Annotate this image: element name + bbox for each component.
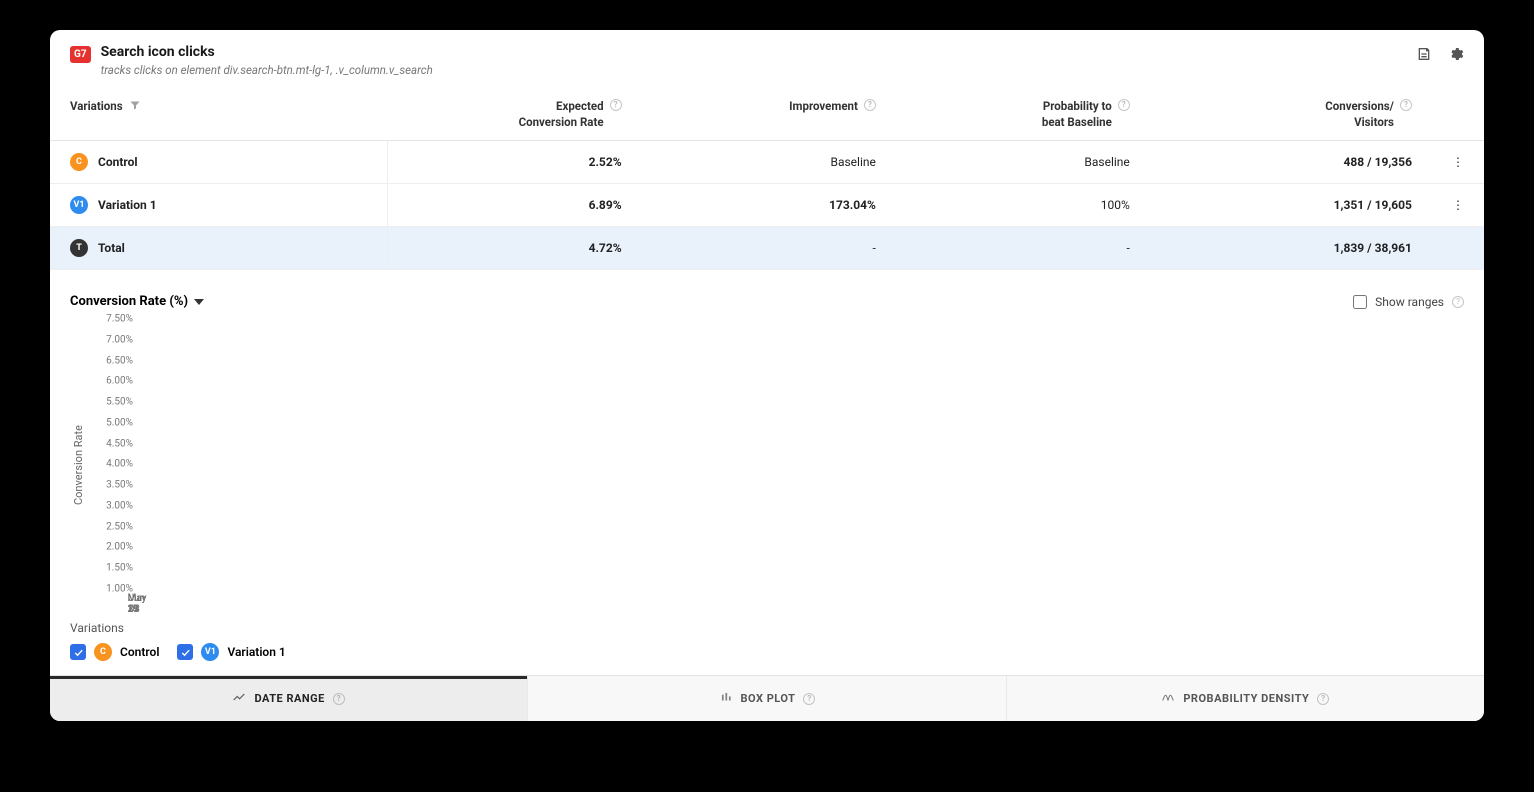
box-icon <box>719 690 733 707</box>
show-ranges-toggle[interactable]: Show ranges ? <box>1353 295 1464 309</box>
y-tick: 5.50% <box>89 397 133 408</box>
tab-label: PROBABILITY DENSITY <box>1183 692 1309 705</box>
col-expected: Expected Conversion Rate <box>519 99 604 130</box>
y-tick: 1.50% <box>89 563 133 574</box>
y-tick: 7.50% <box>89 314 133 325</box>
cell-improvement: Baseline <box>642 141 896 184</box>
help-icon[interactable]: ? <box>333 693 345 705</box>
legend-item[interactable]: C Control <box>70 643 159 661</box>
goal-badge: G7 <box>70 46 91 63</box>
y-tick: 2.50% <box>89 521 133 532</box>
col-variations: Variations <box>70 99 123 115</box>
cell-improvement: 173.04% <box>642 184 896 227</box>
legend-label: Variation 1 <box>227 645 285 659</box>
cell-expected: 2.52% <box>388 141 642 184</box>
goal-header: G7 Search icon clicks tracks clicks on e… <box>50 30 1484 81</box>
cell-improvement: - <box>642 227 896 270</box>
y-tick: 6.00% <box>89 376 133 387</box>
variation-chip: T <box>70 239 88 257</box>
y-tick: 7.00% <box>89 334 133 345</box>
y-tick: 6.50% <box>89 355 133 366</box>
legend-checkbox[interactable] <box>70 644 86 660</box>
variation-cell: T Total <box>70 239 367 257</box>
help-icon[interactable]: ? <box>803 693 815 705</box>
help-icon[interactable]: ? <box>610 99 622 111</box>
table-row: TTotal4.72%--1,839 / 38,961 <box>50 227 1484 270</box>
cell-probability: Baseline <box>896 141 1150 184</box>
gear-icon[interactable] <box>1448 46 1464 66</box>
row-menu-icon <box>1432 227 1484 270</box>
variation-chip: C <box>94 643 112 661</box>
table-row: CControl2.52%BaselineBaseline488 / 19,35… <box>50 141 1484 184</box>
metric-dropdown[interactable]: Conversion Rate (%) <box>70 294 204 309</box>
y-tick: 3.50% <box>89 480 133 491</box>
variation-name: Control <box>98 155 138 169</box>
col-improvement: Improvement <box>789 99 858 115</box>
variation-chip: C <box>70 153 88 171</box>
y-tick: 4.50% <box>89 438 133 449</box>
cell-expected: 6.89% <box>388 184 642 227</box>
tab-probability-density[interactable]: PROBABILITY DENSITY? <box>1007 676 1484 721</box>
goal-subtitle-selector: div.search-btn.mt-lg-1, .v_column.v_sear… <box>223 63 432 77</box>
notes-icon[interactable] <box>1416 46 1432 66</box>
goal-title-block: Search icon clicks tracks clicks on elem… <box>101 44 1416 77</box>
chart-block: Conversion Rate (%) Show ranges ? Conver… <box>50 270 1484 611</box>
help-icon[interactable]: ? <box>1452 296 1464 308</box>
help-icon[interactable]: ? <box>1118 99 1130 111</box>
variations-table: Variations Expected Conversion Rate? Imp… <box>50 91 1484 270</box>
legend-item[interactable]: V1 Variation 1 <box>177 643 285 661</box>
chart-plot-area[interactable]: 1.00%1.50%2.00%2.50%3.00%3.50%4.00%4.50%… <box>89 319 143 589</box>
results-panel: G7 Search icon clicks tracks clicks on e… <box>50 30 1484 721</box>
tab-label: BOX PLOT <box>741 692 796 705</box>
y-tick: 1.00% <box>89 584 133 595</box>
legend-checkbox[interactable] <box>177 644 193 660</box>
x-tick: Jun 03 <box>129 593 146 615</box>
row-menu-icon[interactable]: ⋮ <box>1432 141 1484 184</box>
y-tick: 5.00% <box>89 417 133 428</box>
cell-probability: - <box>896 227 1150 270</box>
help-icon[interactable]: ? <box>1317 693 1329 705</box>
chart-y-axis-label: Conversion Rate <box>70 319 85 611</box>
dist-icon <box>1161 690 1175 707</box>
table-row: V1 Variation 1 6.89%173.04%100%1,351 / 19,… <box>50 184 1484 227</box>
chart-view-tabs: DATE RANGE?BOX PLOT?PROBABILITY DENSITY? <box>50 675 1484 721</box>
col-probability: Probability to beat Baseline <box>1042 99 1112 130</box>
y-tick: 2.00% <box>89 542 133 553</box>
help-icon[interactable]: ? <box>1400 99 1412 111</box>
chevron-down-icon <box>194 299 204 305</box>
cell-conversions: 1,839 / 38,961 <box>1150 227 1432 270</box>
variation-name: Total <box>98 241 125 255</box>
show-ranges-checkbox[interactable] <box>1353 295 1367 309</box>
row-menu-icon[interactable]: ⋮ <box>1432 184 1484 227</box>
metric-label: Conversion Rate (%) <box>70 294 188 309</box>
tab-box-plot[interactable]: BOX PLOT? <box>528 676 1006 721</box>
variation-cell: V1 Variation 1 <box>70 196 367 214</box>
line-icon <box>232 690 246 707</box>
tab-label: DATE RANGE <box>254 692 324 705</box>
cell-expected: 4.72% <box>388 227 642 270</box>
cell-conversions: 488 / 19,356 <box>1150 141 1432 184</box>
y-tick: 4.00% <box>89 459 133 470</box>
variation-chip: V1 <box>201 643 219 661</box>
col-conversions: Conversions/ Visitors <box>1325 99 1394 130</box>
chart-legend: Variations C Control V1 Variation 1 <box>50 611 1484 675</box>
variation-name: Variation 1 <box>98 198 157 212</box>
goal-subtitle: tracks clicks on element div.search-btn.… <box>101 63 1416 77</box>
goal-title: Search icon clicks <box>101 44 1416 60</box>
filter-icon[interactable] <box>129 99 141 116</box>
cell-conversions: 1,351 / 19,605 <box>1150 184 1432 227</box>
legend-title: Variations <box>70 621 1464 635</box>
variation-cell: C Control <box>70 153 367 171</box>
y-tick: 3.00% <box>89 500 133 511</box>
show-ranges-label: Show ranges <box>1375 295 1444 309</box>
variation-chip: V1 <box>70 196 88 214</box>
goal-subtitle-prefix: tracks clicks on element <box>101 63 224 77</box>
help-icon[interactable]: ? <box>864 99 876 111</box>
tab-date-range[interactable]: DATE RANGE? <box>50 676 528 721</box>
cell-probability: 100% <box>896 184 1150 227</box>
legend-label: Control <box>120 645 159 659</box>
